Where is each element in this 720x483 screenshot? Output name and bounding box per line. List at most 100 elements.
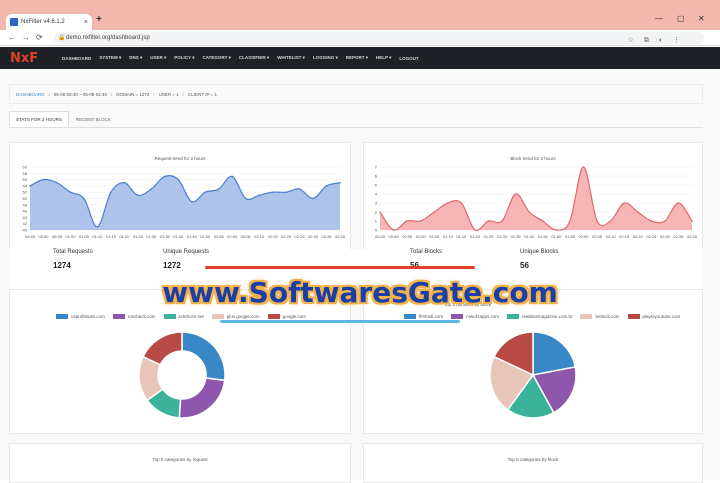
top-categories-block-panel: Top 5 categories by block — [363, 443, 703, 483]
menu-system[interactable]: SYSTEM ▾ — [99, 55, 121, 61]
forward-icon[interactable]: → — [22, 33, 30, 42]
data-point — [406, 220, 408, 222]
favicon-icon — [10, 18, 18, 26]
unique-blocks-label: Unique Blocks — [520, 249, 559, 255]
watermark-text: www.SoftwaresGate.com — [162, 276, 558, 309]
menu-whitelist[interactable]: WHITELIST ▾ — [277, 55, 305, 61]
menu-classifier[interactable]: CLASSIFIER ▾ — [239, 55, 269, 61]
x-tick-label: 02:30 — [308, 234, 319, 239]
data-point — [555, 229, 558, 231]
reload-icon[interactable]: ⟳ — [36, 33, 43, 42]
maximize-icon[interactable]: ▢ — [677, 14, 685, 23]
x-tick-label: 01:40 — [173, 234, 184, 239]
data-point — [285, 191, 287, 193]
data-point — [623, 202, 625, 204]
data-point — [664, 220, 666, 222]
data-point — [419, 220, 422, 222]
x-tick-label: 01:15 — [106, 234, 117, 239]
tab-title: NxFilter v4.6.1.2 — [21, 19, 65, 25]
data-point — [596, 220, 598, 222]
stat-unique-requests: Unique Requests 1272 — [163, 249, 209, 270]
menu-policy[interactable]: POLICY ▾ — [174, 55, 194, 61]
breadcrumb-dashboard-link[interactable]: DASHBOARD — [16, 92, 45, 97]
data-point — [501, 220, 503, 222]
menu-logout[interactable]: LOGOUT — [399, 56, 418, 61]
block-trend-chart: 0123456700:45 00:50 00:55 01:00 01:05 01:10 01… — [375, 165, 698, 240]
new-tab-button[interactable]: + — [96, 14, 102, 25]
data-point — [650, 220, 653, 222]
y-tick-label: 5 — [375, 183, 378, 188]
x-tick-label: 02:10 — [254, 234, 265, 239]
breadcrumb-range: 05-08 00:40 ~ 05-08 02:40 — [53, 91, 107, 97]
menu-dns[interactable]: DNS ▾ — [129, 55, 142, 61]
y-tick-label: 1 — [375, 219, 378, 224]
x-tick-label: 01:30 — [146, 234, 157, 239]
x-tick-label: 01:15 — [456, 234, 467, 239]
x-tick-label: 02:40 — [335, 234, 346, 239]
close-window-icon[interactable]: ✕ — [698, 14, 705, 23]
stat-unique-blocks: Unique Blocks 56 — [520, 249, 558, 270]
address-bar[interactable]: 🔒 demo.nxfilter.org/dashboard.jsp ☆ ⧉ ◐ … — [54, 32, 704, 44]
menu-user[interactable]: USER ▾ — [150, 55, 166, 61]
y-tick-label: 6 — [375, 174, 378, 179]
url-text: demo.nxfilter.org/dashboard.jsp — [66, 35, 150, 41]
x-tick-label: 02:05 — [592, 234, 603, 239]
menu-category[interactable]: CATEGORY ▾ — [202, 55, 230, 61]
pie-slice — [178, 377, 226, 419]
categories-request-title: Top 5 categories by request — [152, 457, 208, 462]
top-domains-block-panel: Top 5 domains by block ffmhsdi.com mwuf1a… — [363, 289, 703, 434]
y-tick-label: 42 — [23, 221, 28, 226]
y-tick-label: 48 — [23, 202, 28, 207]
x-tick-label: 01:05 — [79, 234, 90, 239]
series-area — [380, 167, 692, 231]
x-tick-label: 01:25 — [133, 234, 144, 239]
y-tick-label: 54 — [23, 183, 28, 188]
x-tick-label: 00:45 — [375, 234, 386, 239]
tab-recent-block[interactable]: RECENT BLOCK — [69, 111, 118, 127]
data-point — [474, 229, 476, 231]
top-domains-request-donut — [138, 331, 226, 419]
data-point — [514, 193, 517, 195]
y-tick-label: 2 — [375, 210, 378, 215]
minimize-icon[interactable]: — — [655, 14, 663, 23]
watermark-line-bottom — [220, 320, 460, 323]
back-icon[interactable]: ← — [8, 33, 16, 42]
data-point — [56, 181, 58, 184]
menu-report[interactable]: REPORT ▾ — [346, 55, 368, 61]
data-point — [42, 178, 45, 181]
data-point — [609, 220, 612, 222]
y-tick-label: 0 — [375, 228, 378, 233]
browser-tab[interactable]: NxFilter v4.6.1.2 × — [6, 14, 92, 30]
x-tick-label: 02:20 — [633, 234, 644, 239]
data-point — [137, 194, 139, 197]
data-point — [150, 188, 153, 190]
menu-dashboard[interactable]: DASHBOARD — [62, 56, 91, 61]
x-tick-label: 00:55 — [402, 234, 413, 239]
y-tick-label: 58 — [23, 171, 28, 176]
tab-stats[interactable]: STATS FOR 2 HOURS — [9, 111, 69, 127]
data-point — [177, 178, 180, 181]
x-tick-label: 02:25 — [646, 234, 657, 239]
y-tick-label: 40 — [23, 228, 28, 233]
data-point — [298, 188, 301, 190]
x-tick-label: 02:15 — [619, 234, 630, 239]
menu-logging[interactable]: LOGGING ▾ — [313, 55, 338, 61]
data-point — [204, 191, 207, 193]
data-point — [190, 200, 193, 203]
x-tick-label: 01:10 — [92, 234, 103, 239]
data-point — [258, 194, 260, 197]
y-tick-label: 60 — [23, 165, 28, 170]
x-tick-label: 01:45 — [187, 234, 198, 239]
breadcrumb-client: CLIENT IP = 1 — [188, 91, 218, 97]
data-point — [582, 166, 585, 168]
data-point — [271, 191, 274, 193]
x-tick-label: 02:00 — [578, 234, 589, 239]
data-point — [339, 181, 341, 184]
data-point — [217, 188, 220, 190]
tab-close-icon[interactable]: × — [84, 19, 88, 26]
address-bar-icons[interactable]: ☆ ⧉ ◐ ⋮ — [628, 35, 684, 47]
data-point — [379, 211, 381, 213]
series-area — [30, 175, 340, 230]
menu-help[interactable]: HELP ▾ — [376, 55, 391, 61]
total-blocks-label: Total Blocks — [410, 249, 443, 255]
